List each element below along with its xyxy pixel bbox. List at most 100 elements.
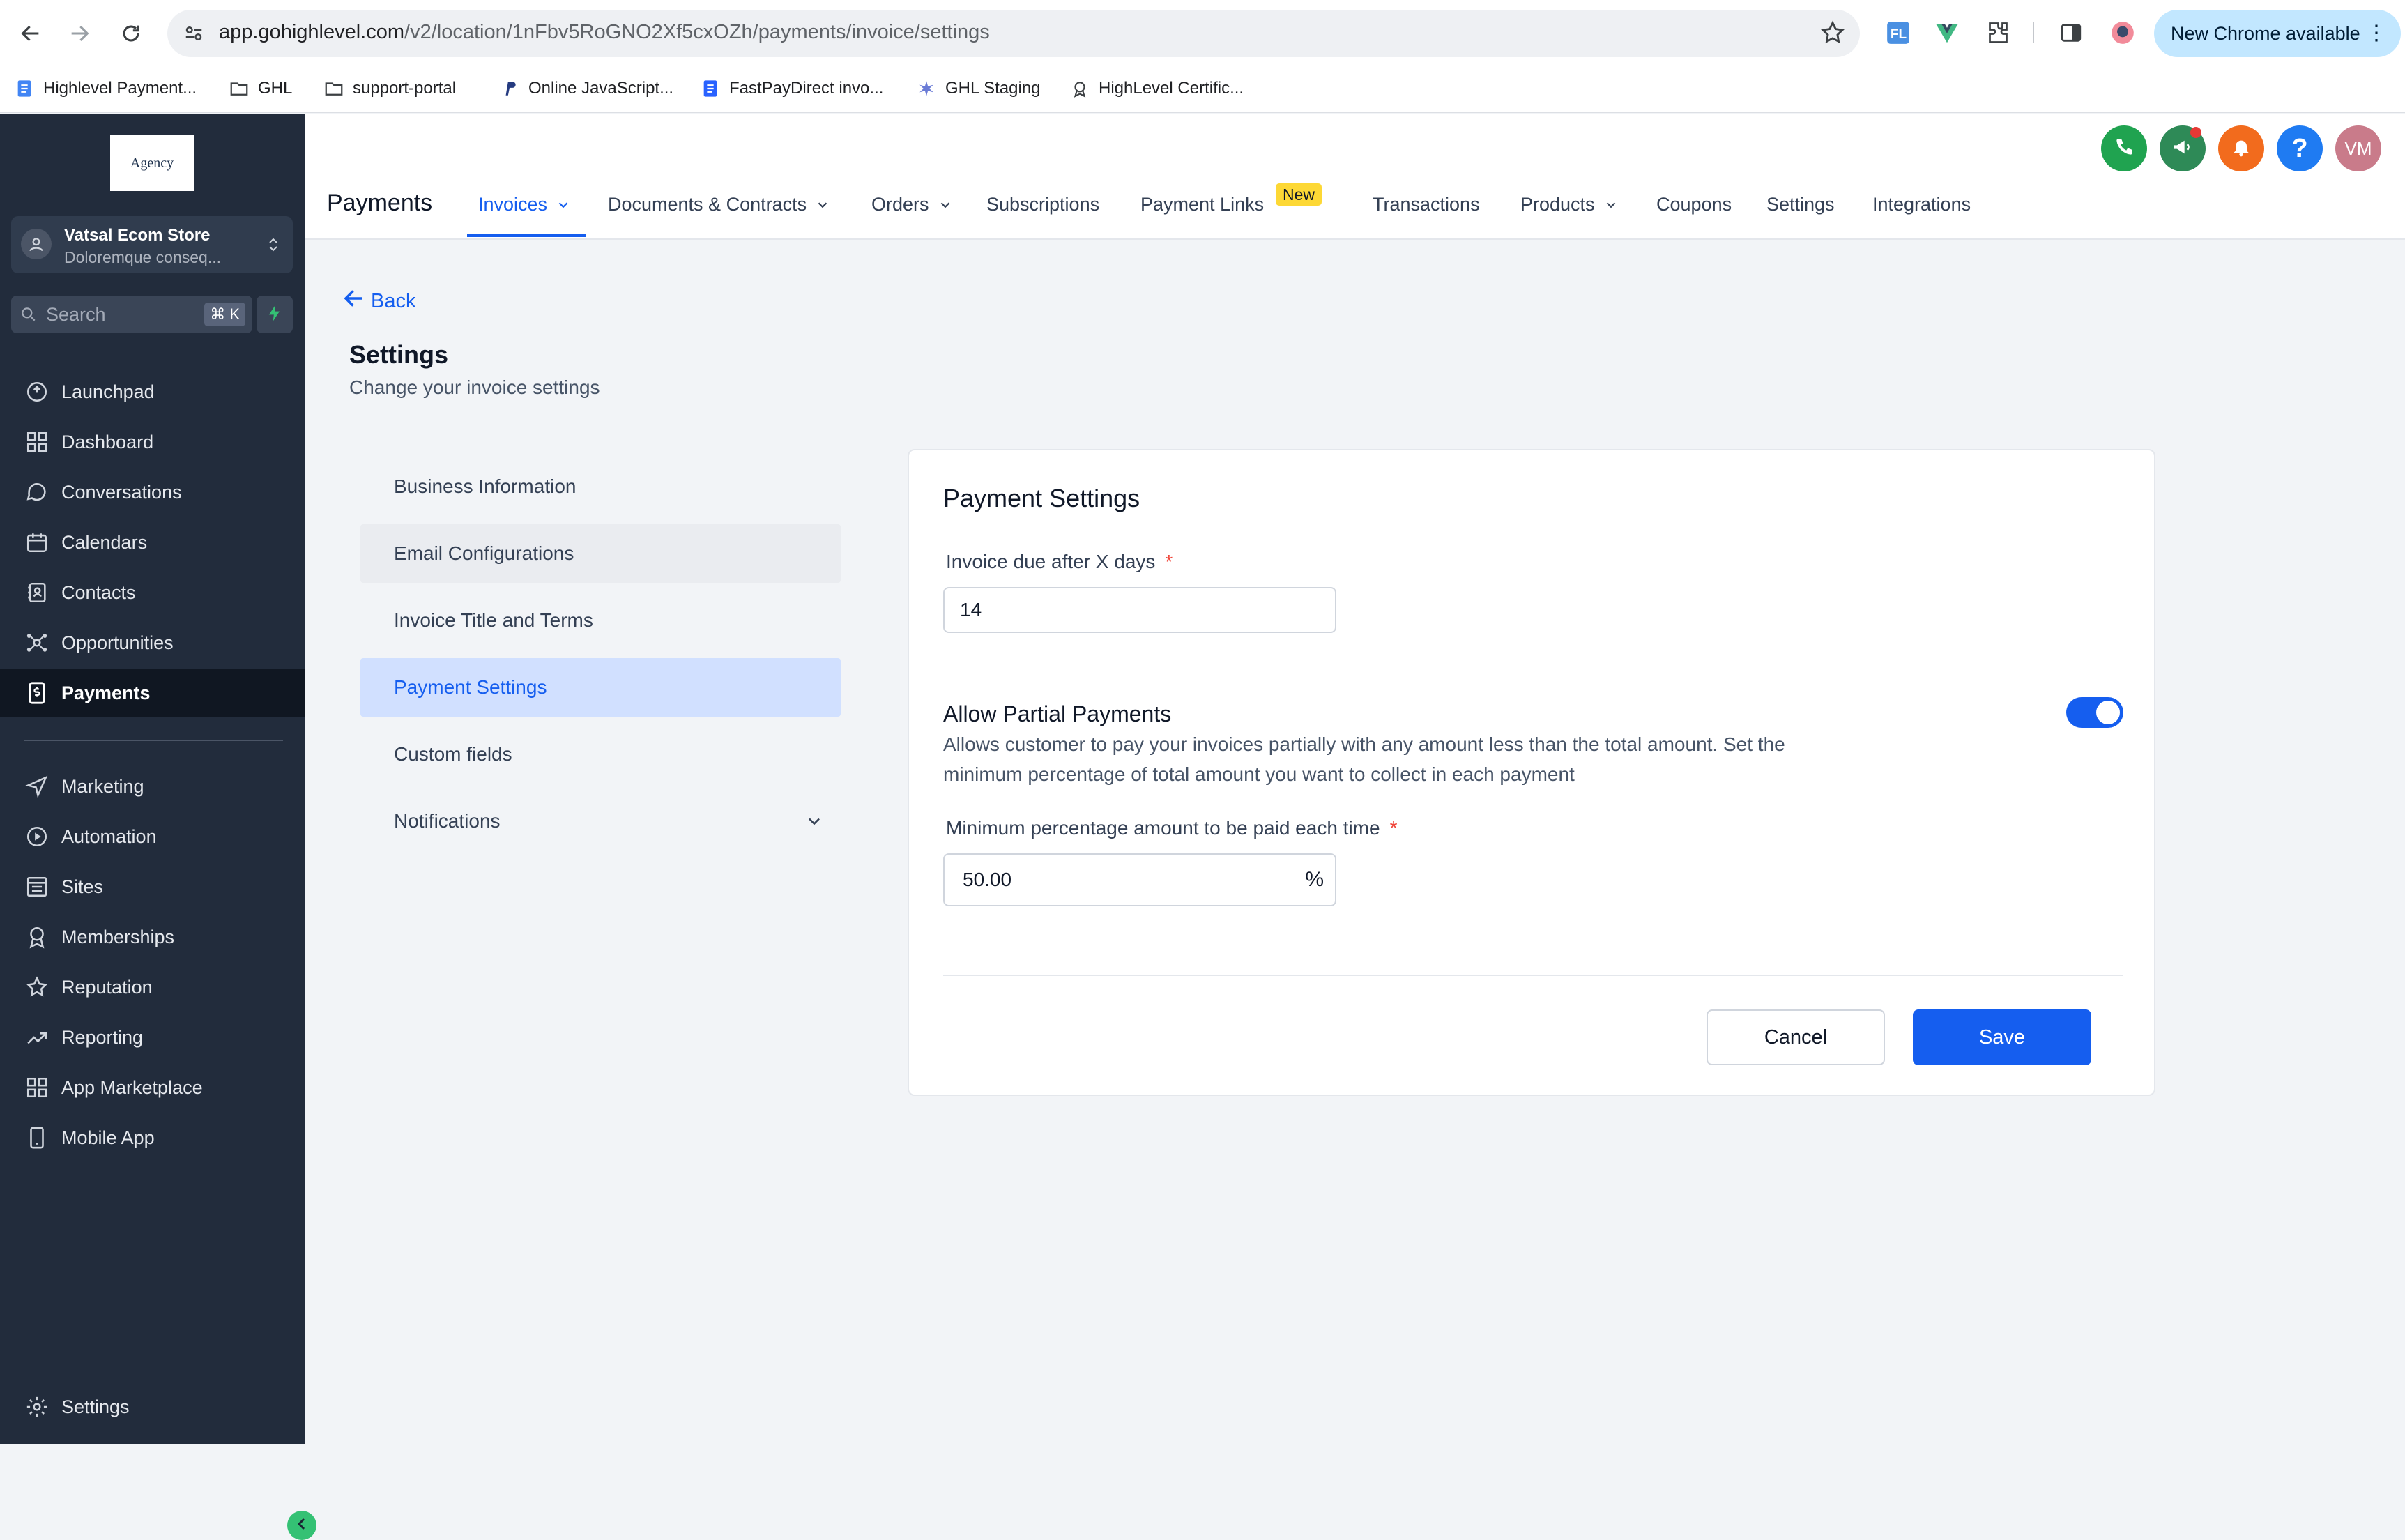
chevron-down-icon[interactable] [804,811,824,836]
notification-dot [2190,127,2201,138]
sidebar-item-marketing[interactable]: Marketing [0,763,305,810]
tab-documents-contracts[interactable]: Documents & Contracts [608,194,830,215]
tab-payment-links[interactable]: Payment Links [1140,194,1264,215]
account-subtitle: Doloremque conseq... [64,248,222,266]
chevron-up-down-icon [265,233,282,257]
sidebar-item-launchpad[interactable]: Launchpad [0,368,305,416]
sidebar-item-contacts[interactable]: Contacts [0,569,305,616]
bookmark-star-icon[interactable] [1819,20,1846,49]
profile-avatar-icon[interactable] [2107,17,2139,49]
sidebar-divider [24,740,283,741]
chevron-down-icon [940,201,949,208]
rocket-icon [24,379,50,405]
chrome-menu-icon[interactable]: ⋮ [2366,21,2387,45]
star-icon [24,974,50,1000]
sidebar-item-sites[interactable]: Sites [0,863,305,910]
tab-integrations[interactable]: Integrations [1872,194,1971,215]
cancel-button[interactable]: Cancel [1707,1009,1885,1065]
extension-vue-icon[interactable] [1931,17,1963,49]
tab-invoices[interactable]: Invoices [478,194,571,215]
account-name: Vatsal Ecom Store [64,226,211,245]
sidebar-item-settings[interactable]: Settings [0,1383,305,1431]
payment-settings-card: Payment Settings Invoice due after X day… [908,449,2155,1096]
chat-icon [24,479,50,505]
folder-icon [229,78,250,99]
payments-icon [24,680,50,706]
folder-icon [323,78,344,99]
tab-products[interactable]: Products [1520,194,1619,215]
tab-transactions[interactable]: Transactions [1373,194,1480,215]
sidebar-item-mobile-app[interactable]: Mobile App [0,1114,305,1161]
bookmark-item[interactable]: Highlevel Payment... [14,75,197,102]
tab-subscriptions[interactable]: Subscriptions [986,194,1099,215]
save-button[interactable]: Save [1913,1009,2091,1065]
sidebar-item-reporting[interactable]: Reporting [0,1014,305,1061]
bookmark-item[interactable]: support-portal [323,75,456,102]
extension-fl-icon[interactable]: FL [1882,17,1914,49]
bolt-icon [265,303,284,326]
sidebar-search[interactable]: Search ⌘ K [11,296,252,333]
bookmark-item[interactable]: HighLevel Certific... [1069,75,1244,102]
settings-nav-email-configurations[interactable]: Email Configurations [360,524,841,583]
sidebar-item-calendars[interactable]: Calendars [0,519,305,566]
reload-icon[interactable] [113,15,149,52]
account-switcher[interactable]: Vatsal Ecom Store Doloremque conseq... [11,216,293,273]
tab-settings[interactable]: Settings [1766,194,1835,215]
toggle-knob [2096,701,2120,724]
side-panel-icon[interactable] [2055,17,2087,49]
announcements-button[interactable] [2160,125,2206,171]
tab-coupons[interactable]: Coupons [1656,194,1732,215]
sidebar-item-conversations[interactable]: Conversations [0,468,305,516]
forward-arrow-icon[interactable] [61,15,98,52]
doc-icon [700,78,721,99]
bookmark-item[interactable]: GHL Staging [916,75,1041,102]
sidebar-item-reputation[interactable]: Reputation [0,963,305,1011]
quick-actions-button[interactable] [257,296,293,333]
page-title: Payments [327,190,433,216]
sidebar-item-automation[interactable]: Automation [0,813,305,860]
chevron-left-icon [293,1516,310,1536]
chevron-down-icon [1606,201,1615,208]
new-chrome-available-button[interactable]: New Chrome available ⋮ [2154,10,2401,57]
sidebar-item-memberships[interactable]: Memberships [0,913,305,961]
sidebar-collapse-button[interactable] [287,1511,316,1540]
help-button[interactable]: ? [2277,125,2323,171]
phone-button[interactable] [2101,125,2147,171]
bookmark-item[interactable]: GHL [229,75,292,102]
site-info-icon[interactable] [178,18,209,49]
bookmark-item[interactable]: Online JavaScript... [499,75,673,102]
megaphone-icon [2171,136,2194,162]
send-icon [24,773,50,800]
sidebar-item-opportunities[interactable]: Opportunities [0,619,305,666]
sidebar-item-payments[interactable]: Payments [0,669,305,717]
active-tab-indicator [467,234,586,237]
user-avatar[interactable]: VM [2335,125,2381,171]
contacts-icon [24,579,50,606]
location-avatar-icon [21,229,52,259]
settings-nav-business-information[interactable]: Business Information [360,457,841,516]
partial-payments-description: Allows customer to pay your invoices par… [943,733,1785,785]
extensions-puzzle-icon[interactable] [1981,17,2013,49]
search-shortcut: ⌘ K [204,303,245,326]
settings-nav-custom-fields[interactable]: Custom fields [360,725,841,784]
arrow-left-icon [342,286,367,317]
settings-nav-notifications[interactable]: Notifications [360,792,841,851]
min-percentage-input[interactable]: 50.00 % [943,853,1336,906]
back-arrow-icon[interactable] [13,15,49,52]
min-percentage-label: Minimum percentage amount to be paid eac… [946,817,1398,839]
settings-nav-invoice-title-terms[interactable]: Invoice Title and Terms [360,591,841,650]
back-link[interactable]: Back [342,286,415,317]
due-days-input[interactable]: 14 [943,587,1336,633]
tab-orders[interactable]: Orders [871,194,953,215]
membership-icon [24,924,50,950]
address-bar[interactable]: app.gohighlevel.com/v2/location/1nFbv5Ro… [167,10,1860,57]
bookmark-item[interactable]: FastPayDirect invo... [700,75,883,102]
agency-logo[interactable]: Agency [110,135,194,191]
sidebar-item-dashboard[interactable]: Dashboard [0,418,305,466]
doc-icon [14,78,35,99]
sidebar-item-app-marketplace[interactable]: App Marketplace [0,1064,305,1111]
settings-nav-payment-settings[interactable]: Payment Settings [360,658,841,717]
partial-payments-toggle[interactable] [2066,697,2123,728]
browser-chrome: app.gohighlevel.com/v2/location/1nFbv5Ro… [0,0,2405,113]
notifications-button[interactable] [2218,125,2264,171]
